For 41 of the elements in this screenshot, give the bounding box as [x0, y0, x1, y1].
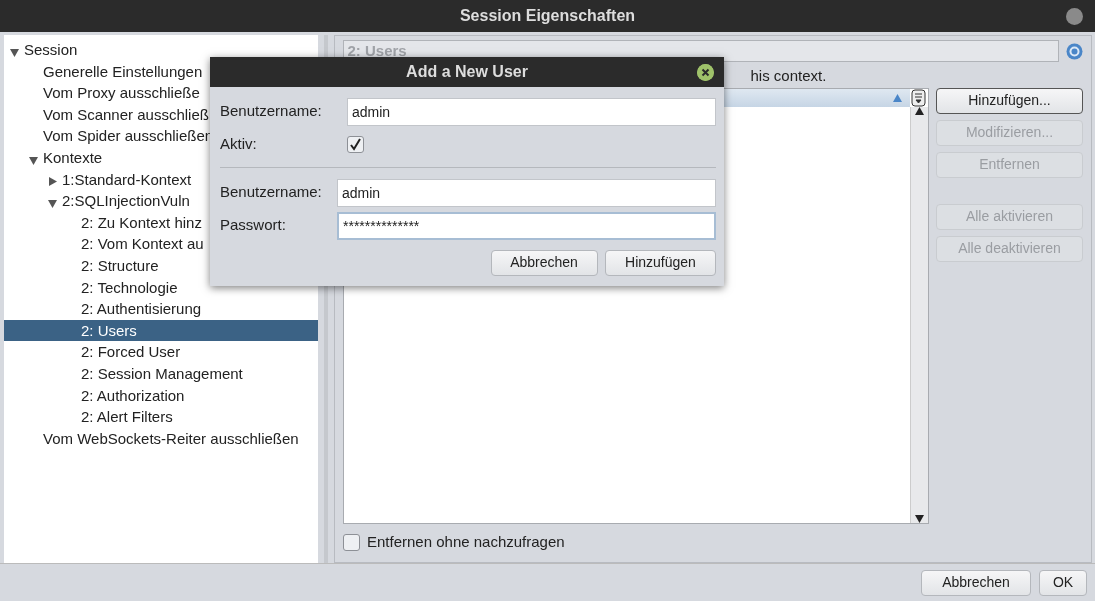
tree-item[interactable]: 2: Authorization [4, 384, 318, 407]
button[interactable]: Abbrechen [490, 249, 598, 276]
window-title: Session Eigenschaften [459, 6, 636, 26]
panel-title-field: 2: Users [342, 40, 1059, 62]
scrollbar[interactable] [909, 106, 928, 523]
checkbox-label: Entfernen ohne nachzufragen [367, 532, 565, 553]
description-text: his context. [750, 67, 827, 84]
button[interactable]: Hinzufügen [605, 249, 716, 276]
button: Entfernen [936, 151, 1083, 178]
tree-item[interactable]: Session [4, 39, 318, 61]
checkbox[interactable] [342, 534, 360, 551]
help-icon[interactable] [1066, 42, 1083, 60]
checkbox[interactable] [347, 136, 364, 153]
scroll-down-icon[interactable] [914, 514, 924, 523]
field-label: Passwort: [220, 215, 287, 236]
expanded-arrow-icon[interactable] [10, 47, 19, 57]
tree-item[interactable]: 2: Forced User [4, 341, 318, 363]
button[interactable]: Hinzufügen... [936, 87, 1083, 114]
field-label: Benutzername: [220, 182, 323, 203]
username-field[interactable]: admin [347, 97, 716, 126]
password-field[interactable]: ************** [337, 211, 716, 240]
button: Alle deaktivieren [936, 235, 1083, 262]
dialog-title: Add a New User [406, 62, 528, 82]
expanded-arrow-icon[interactable] [29, 155, 38, 165]
sort-arrow-icon[interactable] [893, 93, 902, 102]
tree-item[interactable]: 2: Alert Filters [4, 406, 318, 428]
tree-item[interactable]: 2: Session Management [4, 362, 318, 385]
username-field[interactable]: admin [337, 178, 716, 207]
tree-item[interactable]: Vom WebSockets-Reiter ausschließen [4, 427, 318, 450]
tree-item[interactable]: 2: Authentisierung [4, 298, 318, 320]
tree-item[interactable]: 2: Technologie [4, 276, 318, 299]
tree-item[interactable]: 2: Users [4, 319, 318, 342]
collapsed-arrow-icon[interactable] [48, 177, 57, 187]
field-label: Aktiv: [220, 134, 258, 155]
expanded-arrow-icon[interactable] [48, 199, 57, 208]
button[interactable]: Abbrechen [921, 569, 1031, 596]
button: Modifizieren... [936, 119, 1083, 146]
button: Alle aktivieren [936, 203, 1083, 230]
column-chooser-icon[interactable] [909, 88, 928, 107]
button[interactable]: OK [1039, 569, 1087, 596]
field-label: Benutzername: [220, 101, 323, 122]
